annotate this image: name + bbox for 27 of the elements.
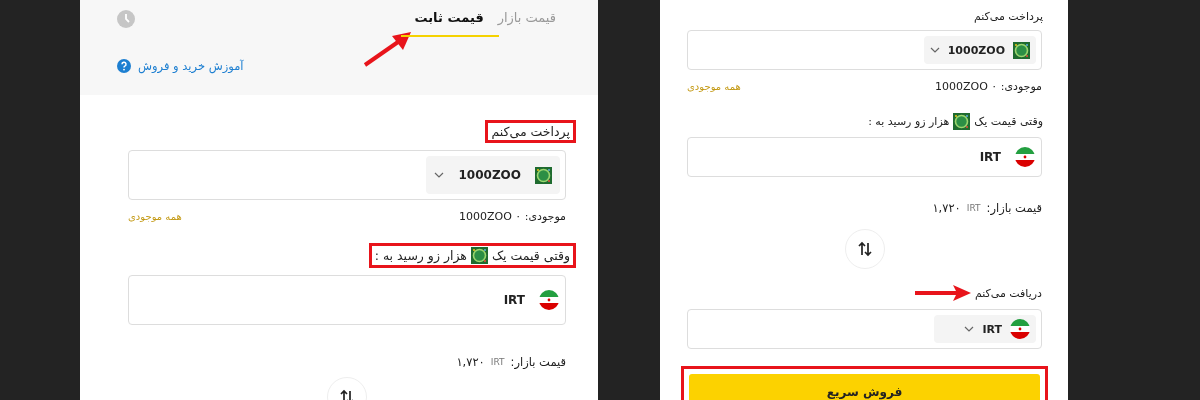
currency-unit: IRT <box>966 203 981 213</box>
amount-field[interactable]: 1000ZOO <box>687 30 1042 70</box>
currency-select[interactable]: IRT <box>934 315 1036 343</box>
balance-text: موجودی: 1000ZOO ۰ <box>934 80 1042 93</box>
balance-text: موجودی: 1000ZOO ۰ <box>458 210 566 223</box>
field-label: وقتی قیمت یک <box>974 115 1043 128</box>
market-price-label: قیمت بازار: <box>510 355 566 369</box>
price-field[interactable]: IRT <box>128 275 566 325</box>
currency-code: IRT <box>979 150 1001 164</box>
currency-select[interactable]: 1000ZOO <box>426 156 560 194</box>
amount-field[interactable]: IRT <box>687 309 1042 349</box>
help-link[interactable]: آموزش خرید و فروش <box>117 59 244 73</box>
currency-unit: IRT <box>490 357 505 367</box>
currency-select[interactable]: 1000ZOO <box>923 36 1036 64</box>
field-label: پرداخت می‌کنم <box>491 124 570 139</box>
field-label: وقتی قیمت یک <box>491 248 570 263</box>
field-label: دریافت می‌کنم <box>974 286 1042 300</box>
field-label: پرداخت می‌کنم <box>973 10 1043 23</box>
amount-field[interactable]: 1000ZOO <box>128 150 566 200</box>
field-label: هزار زو رسید به : <box>868 115 950 128</box>
market-price-value: ۱,۷۲۰ <box>456 355 485 369</box>
currency-code: IRT <box>503 293 525 307</box>
market-price-value: ۱,۷۲۰ <box>932 201 961 215</box>
price-field[interactable]: IRT <box>687 137 1042 177</box>
field-label: هزار زو رسید به : <box>374 248 467 263</box>
market-price-label: قیمت بازار: <box>986 201 1042 215</box>
sell-button[interactable]: فروش سریع <box>689 374 1040 400</box>
